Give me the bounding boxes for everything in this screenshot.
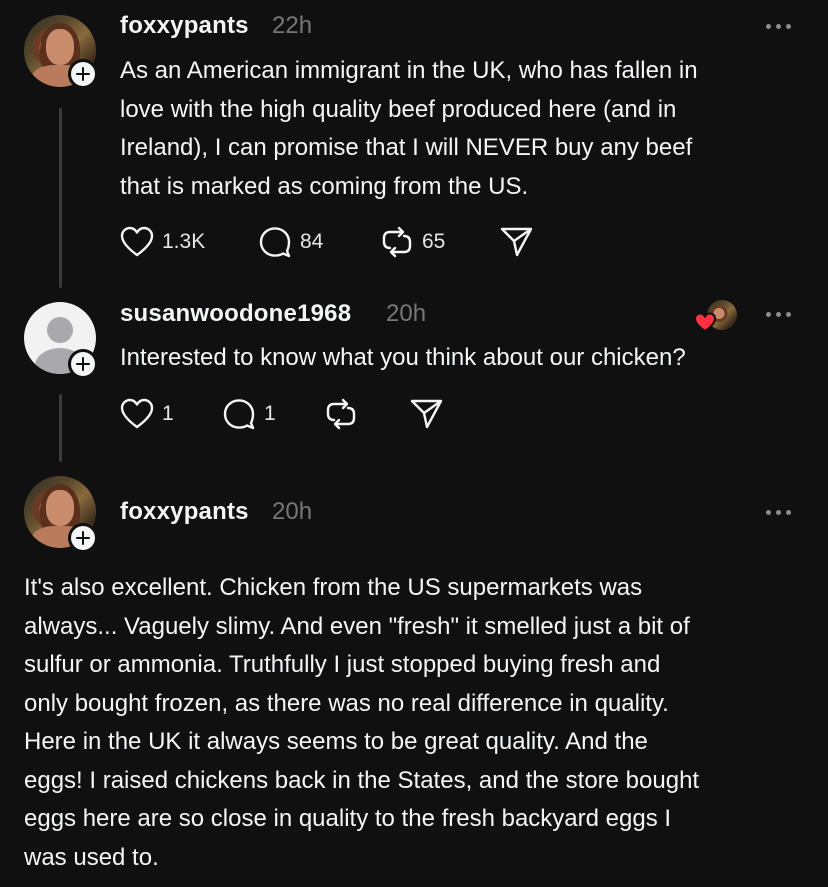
more-icon[interactable] [766,312,791,317]
more-icon[interactable] [766,24,791,29]
repost-button[interactable]: 65 [380,226,445,258]
post-text-line: eggs here are so close in quality to the… [24,805,672,832]
username[interactable]: foxxypants [120,12,249,40]
post-text: It's also excellent. Chicken from the US… [24,569,824,877]
like-count: 1.3K [162,230,206,253]
like-button[interactable]: 1.3K [120,226,205,258]
more-icon[interactable] [766,510,791,515]
thread-line [59,108,62,288]
post-text: As an American immigrant in the UK, who … [120,52,810,206]
username[interactable]: foxxypants [120,498,249,526]
reply-button[interactable]: 84 [258,226,323,258]
post-time: 20h [386,300,427,327]
post-text-line: It's also excellent. Chicken from the US… [24,574,643,601]
reply-count: 84 [300,230,324,253]
repost-icon [382,226,412,258]
comment-icon [259,227,291,258]
post-text-line: As an American immigrant in the UK, who … [120,57,698,84]
post-text-line: eggs! I raised chickens back in the Stat… [24,766,700,794]
share-button[interactable] [410,398,444,430]
plus-icon [76,357,90,371]
post-text-line: was used to. [24,843,159,871]
post-text-line: only bought frozen, as there was no real… [24,689,669,717]
post-time: 20h [272,498,313,525]
post-text-line: that is marked as coming from the US. [120,172,529,200]
repost-count: 65 [422,230,446,253]
plus-icon [76,531,90,545]
reply-button[interactable]: 1 [222,398,276,430]
repost-button[interactable] [324,398,358,430]
follow-button[interactable] [68,59,98,89]
repost-icon [326,398,356,430]
post-text-line: sulfur or ammonia. Truthfully I just sto… [24,651,661,678]
post-text-line: love with the high quality beef produced… [120,95,677,123]
heart-icon [693,312,717,333]
like-count: 1 [162,402,174,425]
share-button[interactable] [500,226,534,258]
post-time: 22h [272,12,313,39]
like-button[interactable]: 1 [120,398,174,430]
post-text-line: Ireland), I can promise that I will NEVE… [120,134,693,161]
liked-by-author-indicator [693,300,741,334]
send-icon [410,399,443,429]
follow-button[interactable] [68,349,98,379]
plus-icon [76,67,90,81]
follow-button[interactable] [68,523,98,553]
post-text-line: always... Vaguely slimy. And even "fresh… [24,612,690,640]
post-text: Interested to know what you think about … [120,344,686,371]
comment-icon [223,399,255,430]
send-icon [500,227,533,257]
thread-line [59,394,62,462]
heart-icon [120,226,154,257]
heart-icon [120,398,154,429]
post-text-line: Here in the UK it always seems to be gre… [24,728,648,755]
reply-count: 1 [264,402,276,425]
username[interactable]: susanwoodone1968 [120,300,351,328]
